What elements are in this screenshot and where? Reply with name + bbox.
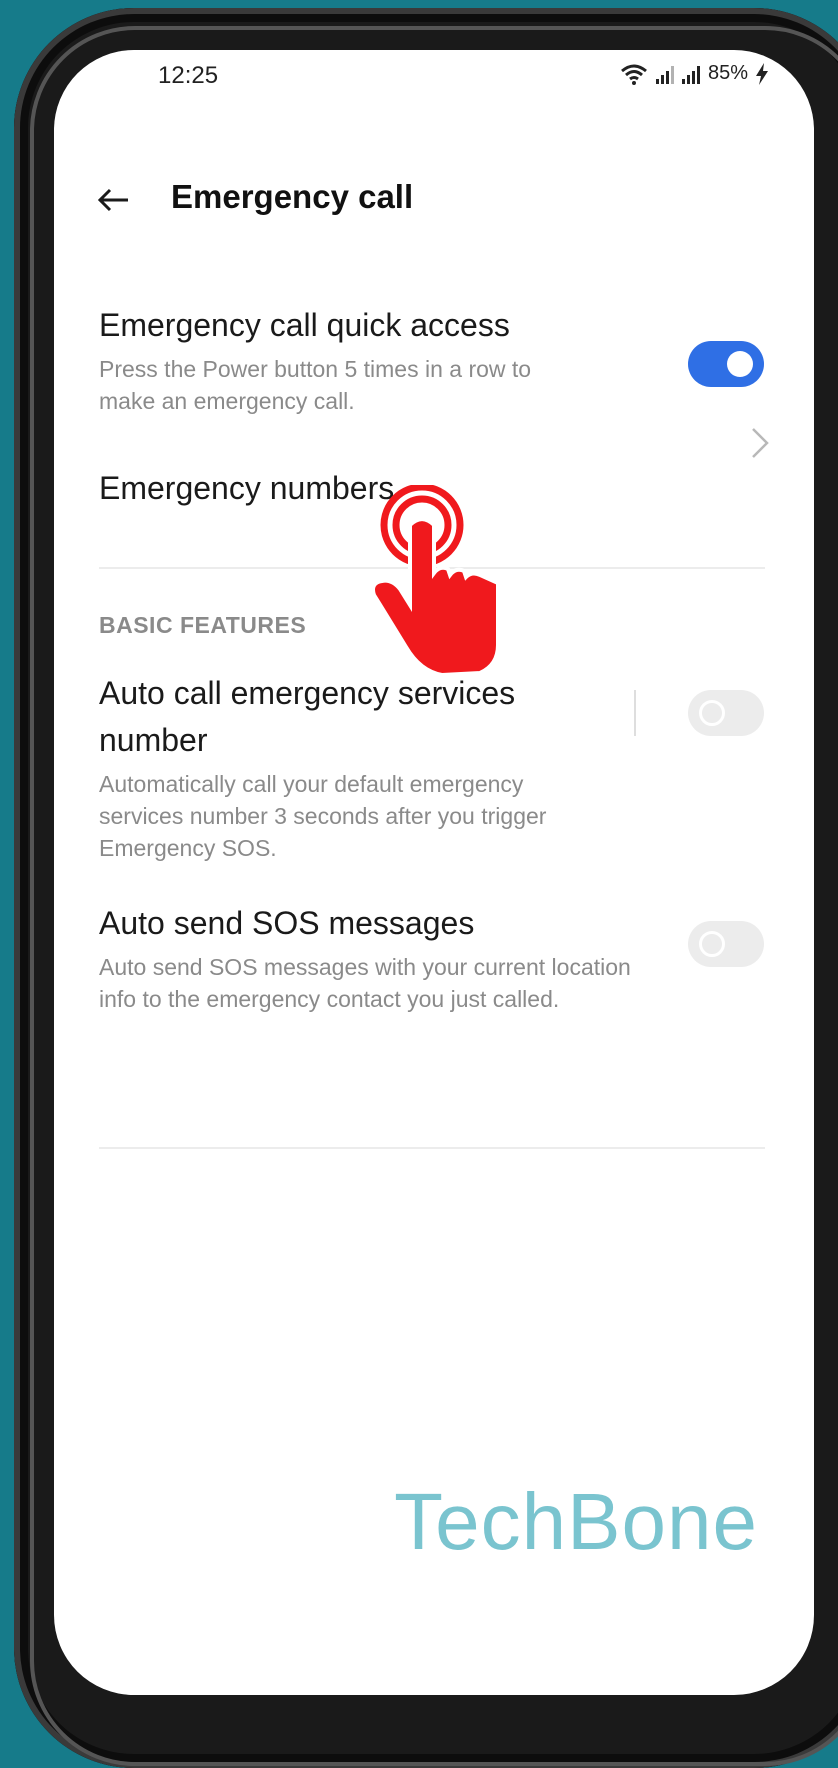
auto-sos-toggle[interactable] [688,921,764,967]
auto-call-row[interactable]: Auto call emergency services number Auto… [99,670,765,864]
vertical-separator [634,690,636,736]
toggle-knob [699,931,725,957]
status-bar: 12:25 85% [54,50,814,110]
auto-call-description: Automatically call your default emergenc… [99,771,547,861]
chevron-right-icon [752,428,769,458]
toggle-knob [727,351,753,377]
header: Emergency call [54,170,814,230]
status-time: 12:25 [158,62,219,89]
battery-percentage: 85% [707,62,748,84]
quick-access-row[interactable]: Emergency call quick access Press the Po… [99,302,765,417]
signal-icon [655,64,674,84]
auto-sos-row[interactable]: Auto send SOS messages Auto send SOS mes… [99,900,765,1015]
phone-screen: 12:25 85% Emergency call Emergency call … [54,50,814,1695]
watermark: TechBone [394,1477,758,1566]
back-arrow-icon[interactable] [94,180,134,220]
quick-access-description: Press the Power button 5 times in a row … [99,356,532,414]
status-icons: 85% [620,62,768,85]
signal-icon [681,64,700,84]
wifi-icon [621,64,647,85]
page-title: Emergency call [171,178,414,215]
auto-sos-title: Auto send SOS messages [99,905,475,941]
auto-call-toggle[interactable] [688,690,764,736]
section-label-basic-features: BASIC FEATURES [99,612,307,638]
auto-sos-description: Auto send SOS messages with your current… [99,954,631,1012]
toggle-knob [699,700,725,726]
divider [99,1147,765,1149]
charging-icon [756,62,768,85]
tap-hand-icon [371,485,500,678]
quick-access-toggle[interactable] [688,341,764,387]
quick-access-title: Emergency call quick access [99,307,510,343]
